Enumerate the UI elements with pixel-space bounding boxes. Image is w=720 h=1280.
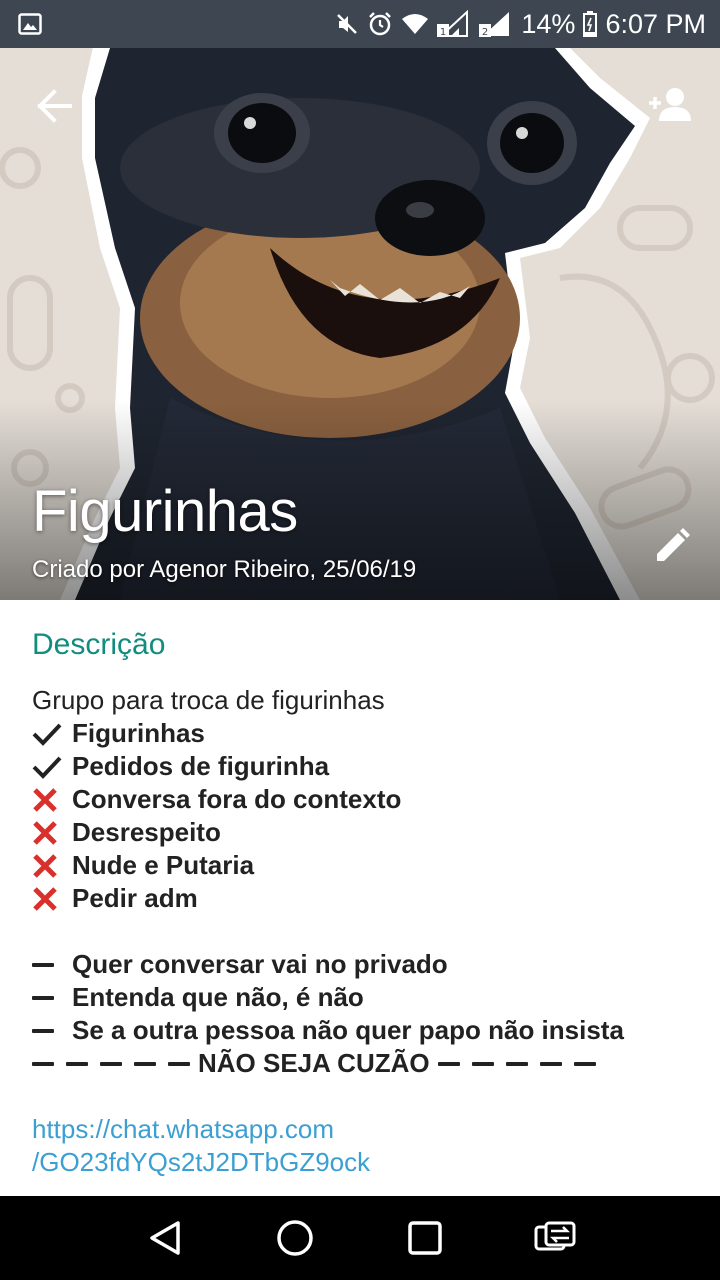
clock-time: 6:07 PM — [605, 8, 706, 39]
svg-text:2: 2 — [482, 27, 488, 38]
dash-icon — [66, 1061, 88, 1066]
banner-line: NÃO SEJA CUZÃO — [32, 1047, 688, 1080]
nav-recents-button[interactable] — [395, 1208, 455, 1268]
mute-icon — [335, 12, 359, 36]
description-section[interactable]: Descrição Grupo para troca de figurinhas… — [0, 600, 720, 1196]
dash-icon — [168, 1061, 190, 1066]
signal-icon: 1 — [437, 10, 471, 38]
rule-item: Entenda que não, é não — [32, 981, 688, 1014]
invite-link[interactable]: https://chat.whatsapp.com /GO23fdYQs2tJ2… — [32, 1113, 688, 1179]
edit-group-button[interactable] — [648, 522, 696, 570]
wifi-icon — [401, 13, 429, 35]
banner-text: NÃO SEJA CUZÃO — [198, 1048, 430, 1078]
battery-percent: 14% — [521, 8, 576, 39]
back-arrow-icon — [37, 89, 72, 123]
dash-icon — [134, 1061, 156, 1066]
check-icon — [32, 722, 72, 746]
dash-icon — [32, 962, 54, 967]
signal-icon: 2 — [479, 10, 513, 38]
check-icon — [32, 755, 72, 779]
nav-switch-app-button[interactable] — [525, 1208, 585, 1268]
invite-link-line-1[interactable]: https://chat.whatsapp.com — [32, 1113, 688, 1146]
description-label: Descrição — [32, 628, 166, 661]
dash-icon — [505, 1061, 528, 1066]
rule-item: Se a outra pessoa não quer papo não insi… — [32, 1014, 688, 1047]
invite-link-line-2[interactable]: /GO23fdYQs2tJ2DTbGZ9ock — [32, 1146, 688, 1179]
group-created-info: Criado por Agenor Ribeiro, 25/06/19 — [32, 556, 417, 583]
group-title: Figurinhas — [32, 479, 298, 544]
dash-icon — [32, 1028, 54, 1033]
add-participant-icon — [649, 88, 691, 121]
forbidden-item: Desrespeito — [32, 816, 688, 849]
edit-pencil-icon — [657, 528, 690, 561]
cross-mark-icon — [32, 886, 72, 912]
dash-icon — [32, 1061, 54, 1066]
recents-square-icon — [408, 1221, 442, 1255]
image-icon — [18, 13, 42, 35]
add-participant-button[interactable] — [642, 80, 698, 130]
back-button[interactable] — [30, 82, 78, 130]
nav-home-button[interactable] — [265, 1208, 325, 1268]
forbidden-item: Conversa fora do contexto — [32, 783, 688, 816]
home-circle-icon — [277, 1220, 313, 1256]
cross-mark-icon — [32, 853, 72, 879]
dash-icon — [437, 1061, 460, 1066]
allowed-item: Figurinhas — [32, 717, 688, 750]
svg-text:1: 1 — [440, 27, 446, 38]
dash-icon — [471, 1061, 494, 1066]
dash-icon — [32, 995, 54, 1000]
forbidden-item: Nude e Putaria — [32, 849, 688, 882]
back-triangle-icon — [150, 1221, 180, 1255]
battery-icon — [583, 11, 598, 37]
rule-item: Quer conversar vai no privado — [32, 948, 688, 981]
cross-mark-icon — [32, 820, 72, 846]
status-bar: 1 2 14% 6:07 PM — [0, 0, 720, 48]
cross-mark-icon — [32, 787, 72, 813]
allowed-item: Pedidos de figurinha — [32, 750, 688, 783]
dash-icon — [100, 1061, 122, 1066]
forbidden-item: Pedir adm — [32, 882, 688, 915]
alarm-icon — [367, 11, 393, 37]
system-nav-bar — [0, 1196, 720, 1280]
group-photo-header[interactable]: Figurinhas Criado por Agenor Ribeiro, 25… — [0, 48, 720, 600]
switch-app-icon — [534, 1221, 576, 1251]
dash-icon — [539, 1061, 562, 1066]
dash-icon — [573, 1061, 596, 1066]
description-intro: Grupo para troca de figurinhas — [32, 685, 385, 715]
nav-back-button[interactable] — [135, 1208, 195, 1268]
